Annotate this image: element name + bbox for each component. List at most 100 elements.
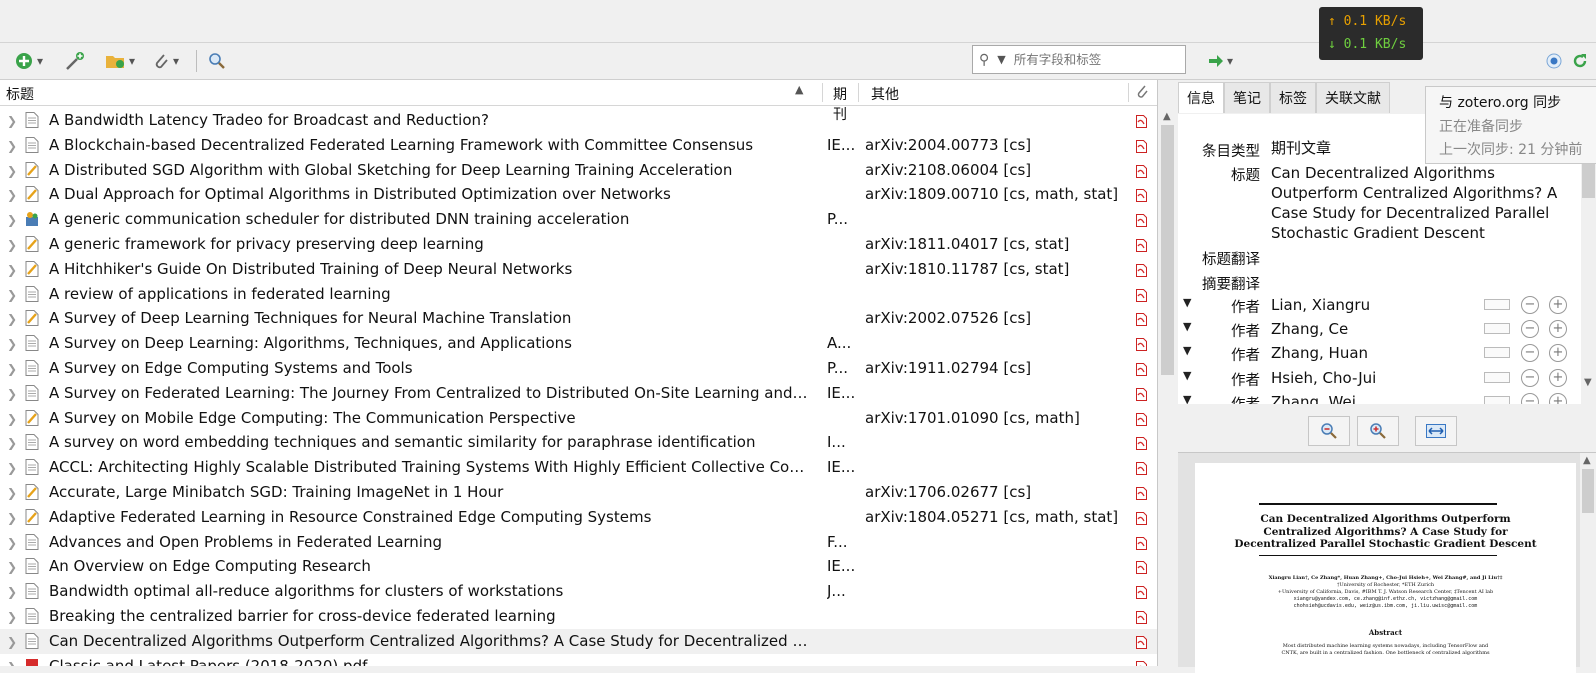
item-row[interactable]: ❯ A generic framework for privacy preserv… — [0, 232, 1157, 257]
item-row[interactable]: ❯ Advances and Open Problems in Federated… — [0, 530, 1157, 555]
creator-type-label[interactable]: 作者 — [1178, 296, 1260, 317]
pdf-attachment-icon[interactable] — [1136, 188, 1147, 203]
expand-chevron-icon[interactable]: ❯ — [7, 188, 17, 202]
expand-chevron-icon[interactable]: ❯ — [7, 461, 17, 475]
expand-chevron-icon[interactable]: ❯ — [7, 585, 17, 599]
name-mode-switch[interactable] — [1484, 323, 1510, 335]
tab-notes[interactable]: 笔记 — [1224, 82, 1270, 113]
item-row[interactable]: ❯ A Dual Approach for Optimal Algorithms … — [0, 182, 1157, 207]
item-row[interactable]: ❯ A Survey on Mobile Edge Computing: The … — [0, 406, 1157, 431]
pdf-attachment-icon[interactable] — [1136, 585, 1147, 600]
item-row[interactable]: ❯ A Bandwidth Latency Tradeo for Broadcas… — [0, 108, 1157, 133]
item-row[interactable]: ❯ Can Decentralized Algorithms Outperform… — [0, 628, 1157, 654]
pdf-attachment-icon[interactable] — [1136, 362, 1147, 376]
creator-name[interactable]: Zhang, Wei — [1271, 392, 1356, 404]
expand-chevron-icon[interactable]: ❯ — [7, 387, 17, 401]
expand-chevron-icon[interactable]: ❯ — [7, 164, 17, 178]
search-input[interactable] — [1011, 51, 1176, 68]
scroll-up-icon[interactable]: ▲ — [1583, 455, 1591, 466]
item-row[interactable]: ❯ A Blockchain-based Decentralized Federa… — [0, 133, 1157, 158]
attachment-button[interactable]: ▾ — [152, 49, 179, 73]
remove-creator-button[interactable]: − — [1521, 368, 1539, 387]
expand-chevron-icon[interactable]: ❯ — [7, 114, 17, 128]
name-mode-switch[interactable] — [1484, 395, 1510, 404]
remove-creator-button[interactable]: − — [1521, 392, 1539, 404]
item-row[interactable]: ❯ A Survey on Edge Computing Systems and … — [0, 356, 1157, 381]
item-row[interactable]: ❯ Adaptive Federated Learning in Resource… — [0, 505, 1157, 530]
remove-creator-button[interactable]: − — [1521, 320, 1539, 339]
tab-info[interactable]: 信息 — [1178, 82, 1224, 113]
item-row[interactable]: ❯ Breaking the centralized barrier for cr… — [0, 604, 1157, 629]
pdf-attachment-icon[interactable] — [1136, 660, 1147, 666]
sync-button[interactable] — [1571, 49, 1589, 73]
item-row[interactable]: ❯ ACCL: Architecting Highly Scalable Dist… — [0, 455, 1157, 480]
pdf-attachment-icon[interactable] — [1136, 610, 1147, 624]
creator-name[interactable]: Zhang, Huan — [1271, 343, 1368, 363]
creator-type-label[interactable]: 作者 — [1178, 369, 1260, 390]
expand-chevron-icon[interactable]: ❯ — [7, 511, 17, 525]
new-item-button[interactable]: ▾ — [14, 49, 43, 73]
item-row[interactable]: ❯ A Survey of Deep Learning Techniques fo… — [0, 306, 1157, 331]
item-row[interactable]: ❯ A generic communication scheduler for d… — [0, 207, 1157, 232]
creator-type-label[interactable]: 作者 — [1178, 344, 1260, 365]
pdf-attachment-icon[interactable] — [1136, 436, 1147, 451]
item-row[interactable]: ❯ Accurate, Large Minibatch SGD: Training… — [0, 480, 1157, 505]
pdf-attachment-icon[interactable] — [1136, 164, 1147, 178]
locate-button[interactable]: ▾ — [1208, 49, 1233, 73]
expand-chevron-icon[interactable]: ❯ — [7, 312, 17, 326]
add-creator-button[interactable]: + — [1549, 296, 1567, 314]
pdf-attachment-icon[interactable] — [1136, 635, 1147, 649]
expand-chevron-icon[interactable]: ❯ — [7, 288, 17, 302]
creator-name[interactable]: Lian, Xiangru — [1271, 295, 1370, 315]
zoom-in-button[interactable] — [1357, 416, 1399, 446]
title-field[interactable]: Can Decentralized Algorithms Outperform … — [1271, 163, 1557, 243]
expand-chevron-icon[interactable]: ❯ — [7, 436, 17, 450]
tab-related[interactable]: 关联文献 — [1316, 82, 1390, 113]
list-scrollbar-thumb[interactable] — [1161, 125, 1174, 375]
pdf-scrollbar[interactable]: ▲ — [1580, 453, 1596, 667]
pdf-attachment-icon[interactable] — [1136, 288, 1147, 302]
expand-chevron-icon[interactable]: ❯ — [7, 536, 17, 550]
pdf-attachment-icon[interactable] — [1136, 560, 1147, 575]
creator-type-label[interactable]: 作者 — [1178, 320, 1260, 341]
pdf-attachment-icon[interactable] — [1136, 511, 1147, 525]
attachment-column-icon[interactable] — [1135, 83, 1149, 103]
pdf-attachment-icon[interactable] — [1136, 412, 1147, 426]
pdf-attachment-icon[interactable] — [1136, 536, 1147, 550]
pdf-attachment-icon[interactable] — [1136, 337, 1147, 352]
item-type-value[interactable]: 期刊文章 — [1271, 138, 1331, 158]
pdf-scrollbar-thumb[interactable] — [1582, 469, 1594, 513]
scroll-up-icon[interactable]: ▲ — [1163, 111, 1171, 122]
advanced-search-button[interactable] — [208, 49, 226, 73]
expand-chevron-icon[interactable]: ❯ — [7, 238, 17, 252]
expand-chevron-icon[interactable]: ❯ — [7, 213, 17, 227]
items-list[interactable]: 标题 ▲ 期刊 其他 ❯ A Bandwidth Latency Tradeo f… — [0, 80, 1158, 666]
add-creator-button[interactable]: + — [1549, 392, 1567, 404]
expand-chevron-icon[interactable]: ❯ — [7, 486, 17, 500]
creator-type-label[interactable]: 作者 — [1178, 393, 1260, 404]
search-box[interactable]: ⚲ ▼ — [972, 45, 1186, 74]
item-row[interactable]: ❯ A Survey on Deep Learning: Algorithms, … — [0, 331, 1157, 356]
fit-width-button[interactable] — [1415, 416, 1457, 446]
expand-chevron-icon[interactable]: ❯ — [7, 337, 17, 351]
item-row[interactable]: ❯ A survey on word embedding techniques a… — [0, 430, 1157, 455]
pdf-attachment-icon[interactable] — [1136, 139, 1147, 153]
expand-chevron-icon[interactable]: ❯ — [7, 610, 17, 624]
search-mode-dropdown[interactable]: ▼ — [997, 53, 1005, 66]
add-by-identifier-button[interactable] — [64, 49, 86, 73]
expand-chevron-icon[interactable]: ❯ — [7, 635, 17, 649]
pdf-attachment-icon[interactable] — [1136, 238, 1147, 252]
sync-status-button[interactable] — [1546, 49, 1562, 73]
name-mode-switch[interactable] — [1484, 299, 1510, 310]
expand-chevron-icon[interactable]: ❯ — [7, 139, 17, 153]
zoom-out-button[interactable] — [1308, 416, 1350, 446]
column-other[interactable]: 其他 — [871, 84, 899, 104]
pdf-attachment-icon[interactable] — [1136, 486, 1147, 500]
remove-creator-button[interactable]: − — [1521, 296, 1539, 314]
creator-name[interactable]: Hsieh, Cho-Jui — [1271, 368, 1376, 388]
item-row[interactable]: ❯ A review of applications in federated l… — [0, 282, 1157, 307]
item-row[interactable]: ❯ An Overview on Edge Computing Research I… — [0, 554, 1157, 579]
expand-chevron-icon[interactable]: ❯ — [7, 362, 17, 376]
add-creator-button[interactable]: + — [1549, 344, 1567, 363]
new-collection-button[interactable]: ▾ — [104, 49, 135, 73]
